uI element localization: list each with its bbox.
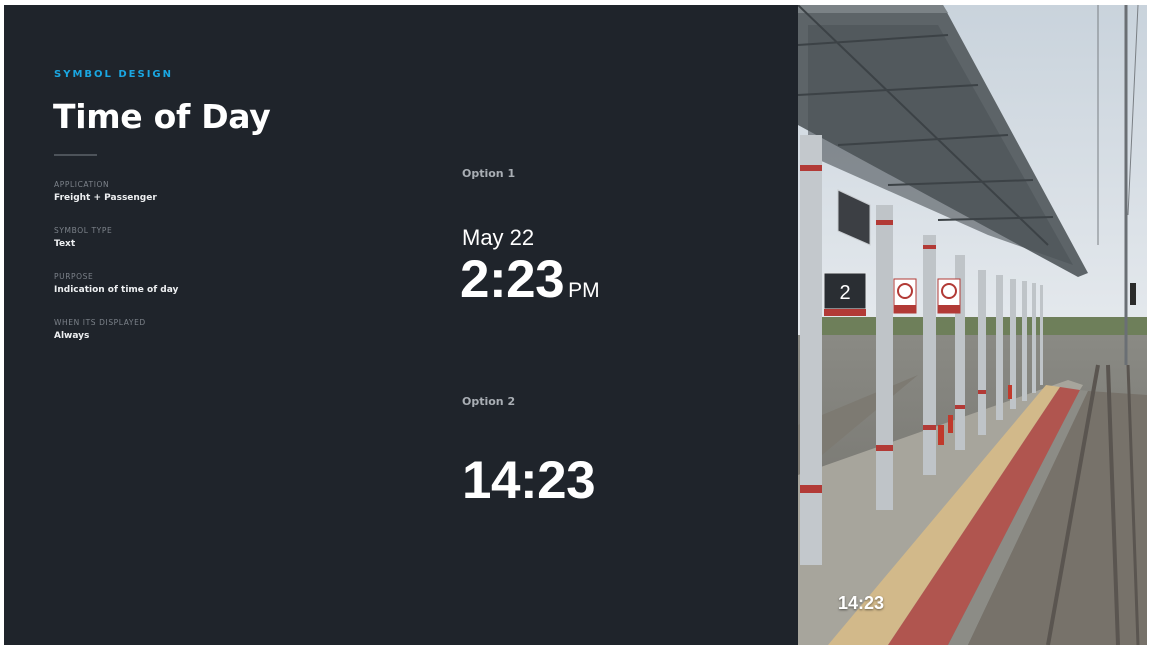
meta-label: WHEN ITS DISPLAYED [54,318,146,327]
option-2-time: 14:23 [462,451,596,510]
option-1-time-value: 2:23 [460,250,565,309]
title-divider [54,154,97,156]
page-title: Time of Day [53,97,271,136]
meta-value: Freight + Passenger [54,193,157,203]
meta-value: Always [54,331,90,341]
photo-overlay-time: 14:23 [838,593,885,613]
meta-value: Indication of time of day [54,285,179,295]
symbol-metadata: APPLICATION Freight + Passenger SYMBOL T… [54,180,178,364]
meta-label: SYMBOL TYPE [54,226,113,235]
platform-number-sign: 2 [839,282,850,304]
option-2-label: Option 2 [462,395,516,408]
slide: SYMBOL DESIGN Time of Day APPLICATION Fr… [4,5,1147,645]
option-1-label: Option 1 [462,167,516,180]
option-1-time: 2:23 PM [460,249,600,310]
meta-purpose: PURPOSE Indication of time of day [54,272,178,318]
meta-label: APPLICATION [54,180,110,189]
meta-label: PURPOSE [54,272,94,281]
station-platform-photo: 2 14:23 [798,5,1147,645]
meta-symbol-type: SYMBOL TYPE Text [54,226,178,272]
meta-value: Text [54,239,76,249]
option-1-date: May 22 [462,225,535,250]
option-1-ampm: PM [568,279,600,302]
section-eyebrow: SYMBOL DESIGN [54,69,174,80]
meta-application: APPLICATION Freight + Passenger [54,180,178,226]
meta-when-displayed: WHEN ITS DISPLAYED Always [54,318,178,364]
platform-illustration: 2 [798,5,1147,645]
